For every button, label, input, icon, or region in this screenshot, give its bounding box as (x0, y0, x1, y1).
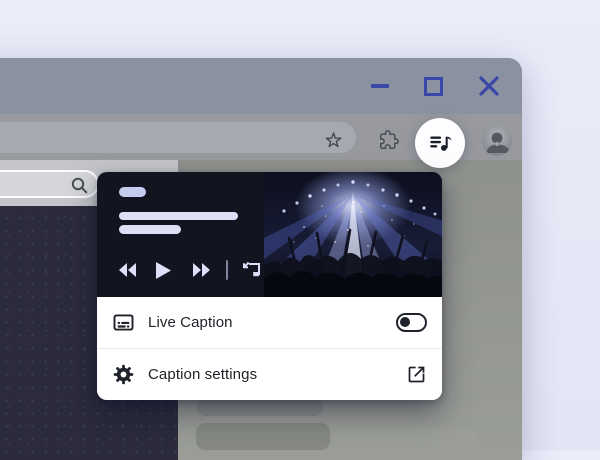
caption-settings-row[interactable]: Caption settings (97, 348, 442, 400)
skeleton-title-bar (119, 212, 238, 220)
live-caption-label: Live Caption (148, 314, 396, 331)
maximize-button[interactable] (424, 77, 443, 96)
close-button[interactable] (478, 75, 500, 97)
previous-track-button[interactable] (119, 263, 137, 277)
profile-avatar[interactable] (482, 126, 512, 156)
skeleton-pill (197, 398, 323, 416)
avatar-photo (482, 126, 512, 156)
bookmark-star-icon[interactable] (324, 131, 343, 150)
search-icon (71, 177, 88, 194)
playback-controls (119, 259, 262, 281)
window-controls (371, 58, 500, 114)
next-track-button[interactable] (192, 263, 210, 277)
album-artwork (264, 172, 442, 297)
caption-menu: Live Caption Caption (97, 297, 442, 400)
open-in-new-icon (406, 364, 427, 385)
live-caption-icon (112, 311, 135, 334)
skeleton-source-bar (119, 187, 146, 197)
live-caption-row[interactable]: Live Caption (97, 297, 442, 348)
media-player-card (97, 172, 442, 297)
media-controls-button[interactable] (415, 118, 465, 168)
skeleton-pill (196, 423, 330, 450)
settings-gear-icon (112, 363, 135, 386)
controls-divider (226, 260, 228, 280)
caption-settings-label: Caption settings (148, 366, 406, 383)
play-button[interactable] (156, 262, 171, 279)
toggle-knob (400, 317, 410, 327)
media-controls-popup: Live Caption Caption (97, 172, 442, 400)
picture-in-picture-button[interactable] (240, 259, 262, 281)
extensions-icon[interactable] (379, 130, 399, 150)
concert-artwork-image (264, 172, 442, 297)
minimize-button[interactable] (371, 84, 389, 87)
window-titlebar (0, 58, 522, 114)
media-info-panel (97, 172, 264, 297)
skeleton-artist-bar (119, 225, 181, 234)
address-bar[interactable] (0, 122, 356, 153)
media-note-icon (427, 130, 453, 156)
live-caption-toggle[interactable] (396, 313, 427, 332)
